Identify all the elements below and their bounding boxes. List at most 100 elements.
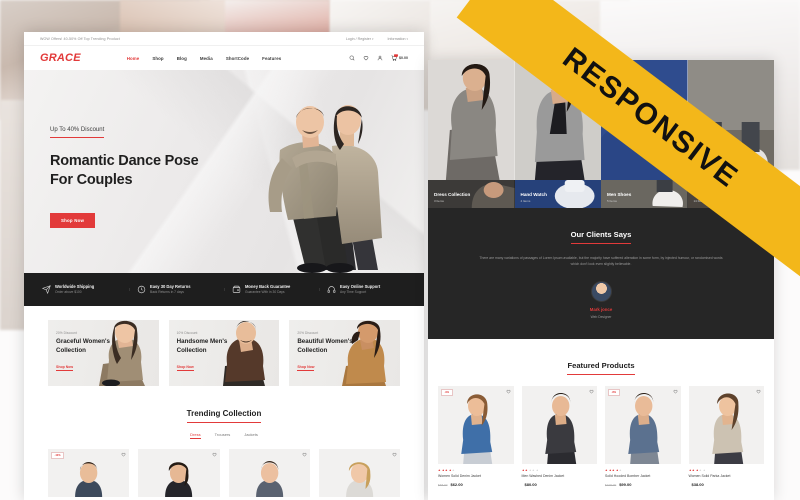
featured-product-card[interactable]: Men Washed Denim Jacket $80.00 bbox=[521, 385, 598, 488]
cart-total: $0.00 bbox=[399, 56, 408, 60]
discount-badge: -8% bbox=[608, 388, 620, 396]
star-icon bbox=[695, 468, 699, 472]
feature-worldwide-shipping: Worldwide Shipping Order above $100 bbox=[34, 284, 129, 295]
wishlist-icon[interactable] bbox=[363, 55, 369, 61]
nav-item-blog[interactable]: Blog bbox=[177, 56, 187, 61]
nav-item-media[interactable]: Media bbox=[200, 56, 213, 61]
trending-tab-trousers[interactable]: Trousers bbox=[215, 432, 231, 439]
rating-stars bbox=[438, 468, 514, 472]
category-label: Men Shoes 5 Items bbox=[607, 192, 632, 203]
trending-tabs: Dress Trousers Jackets bbox=[24, 432, 424, 439]
announcement-bar: WOW Offers! 40-50% Off Top Trending Prod… bbox=[24, 32, 424, 46]
nav-item-home[interactable]: Home bbox=[127, 56, 140, 61]
product-image[interactable]: -8% bbox=[605, 385, 681, 464]
heart-icon[interactable] bbox=[673, 389, 678, 394]
information-link[interactable]: Information▾ bbox=[388, 37, 409, 41]
product-old-price: $68.00 bbox=[438, 483, 448, 488]
heart-icon[interactable] bbox=[212, 452, 217, 457]
product-image[interactable] bbox=[688, 385, 764, 464]
trending-product-photo bbox=[138, 449, 220, 497]
hero-shop-now-button[interactable]: Shop Now bbox=[50, 212, 96, 228]
product-image[interactable]: -9% bbox=[438, 385, 514, 464]
featured-product-card[interactable]: Women Solid Parka Jacket $38.00 bbox=[688, 385, 765, 488]
collection-copy: 20% Discount Beautiful Women's Collectio… bbox=[297, 331, 353, 373]
testimonial-section: Our Clients Says There are many variatio… bbox=[428, 208, 774, 339]
collection-title: Handsome Men's Collection bbox=[176, 338, 228, 354]
star-icon bbox=[536, 468, 539, 472]
trending-product-photo bbox=[228, 449, 310, 497]
heart-icon[interactable] bbox=[121, 452, 126, 457]
site-logo[interactable]: GRACE bbox=[40, 52, 81, 64]
account-icon[interactable] bbox=[377, 55, 383, 61]
featured-product-card[interactable]: -8% Solid Hooded Bomber Jacket $108.00 $… bbox=[605, 385, 681, 487]
collection-title: Beautiful Women's Collection bbox=[297, 338, 353, 354]
star-icon bbox=[452, 468, 455, 472]
trending-product-card[interactable] bbox=[228, 449, 310, 497]
feature-money-back: Money Back Guarantee Guarantee With in 30… bbox=[224, 284, 319, 295]
collection-shop-now-link[interactable]: Shop Now bbox=[176, 365, 194, 372]
hero-copy: Up To 40% Discount Romantic Dance Pose F… bbox=[50, 118, 225, 228]
star-icon bbox=[619, 468, 622, 472]
category-hand-watch[interactable]: Hand Watch 4 Items bbox=[514, 180, 601, 208]
featured-product-card[interactable]: -9% Women Solid Denim Jacket $68.00 $62.… bbox=[438, 385, 514, 487]
trending-title: Trending Collection bbox=[186, 409, 262, 423]
collection-shop-now-link[interactable]: Shop Now bbox=[297, 365, 315, 372]
product-price: $80.00 bbox=[524, 482, 537, 488]
category-label: Dress Collection 3 Items bbox=[434, 192, 471, 203]
cart-widget[interactable]: 0 $0.00 bbox=[391, 53, 408, 61]
trending-tab-jackets[interactable]: Jackets bbox=[244, 432, 258, 439]
star-icon bbox=[608, 468, 612, 472]
headset-icon bbox=[327, 285, 336, 294]
star-icon bbox=[692, 468, 695, 472]
hero-title-line-2: For Couples bbox=[50, 172, 133, 189]
collection-card-women[interactable]: 20% Discount Graceful Women's Collection… bbox=[48, 320, 159, 386]
heart-icon[interactable] bbox=[756, 389, 761, 394]
feature-subtitle: Any Time Support bbox=[340, 290, 367, 295]
heart-icon[interactable] bbox=[302, 452, 307, 457]
featured-products-grid: -9% Women Solid Denim Jacket $68.00 $62.… bbox=[428, 375, 774, 488]
heart-icon[interactable] bbox=[506, 389, 511, 394]
promo-text: WOW Offers! 40-50% Off Top Trending Prod… bbox=[40, 36, 120, 41]
rating-stars bbox=[521, 468, 598, 472]
star-icon bbox=[521, 468, 525, 472]
hero-banner: Up To 40% Discount Romantic Dance Pose F… bbox=[24, 70, 424, 273]
topbar-links: Login / Register▾ Information▾ bbox=[346, 37, 408, 41]
avatar bbox=[590, 280, 612, 302]
nav-item-features[interactable]: Features bbox=[262, 56, 281, 61]
trending-product-card[interactable] bbox=[138, 449, 220, 497]
star-icon bbox=[605, 468, 608, 472]
product-name[interactable]: Solid Hooded Bomber Jacket bbox=[605, 474, 681, 479]
heart-icon[interactable] bbox=[392, 452, 397, 457]
collection-card-beautiful-women[interactable]: 20% Discount Beautiful Women's Collectio… bbox=[289, 320, 401, 386]
product-image[interactable] bbox=[521, 385, 597, 464]
nav-item-shop[interactable]: Shop bbox=[152, 56, 163, 61]
main-navigation: Home Shop Blog Media ShortCode Features bbox=[127, 56, 282, 61]
cart-icon[interactable]: 0 bbox=[391, 53, 398, 61]
category-men-shoes[interactable]: Men Shoes 5 Items bbox=[601, 180, 688, 208]
product-price: $38.00 bbox=[691, 482, 704, 488]
collection-discount: 20% Discount bbox=[297, 331, 319, 335]
trending-tab-dress[interactable]: Dress bbox=[190, 432, 201, 439]
product-price-row: $68.00 $62.00 bbox=[438, 482, 514, 487]
chevron-down-icon: ▾ bbox=[406, 36, 408, 41]
features-bar: Worldwide Shipping Order above $100 Easy … bbox=[24, 273, 424, 306]
hero-eyebrow: Up To 40% Discount bbox=[50, 127, 105, 138]
login-register-link[interactable]: Login / Register▾ bbox=[346, 37, 374, 41]
product-name[interactable]: Men Washed Denim Jacket bbox=[522, 474, 598, 479]
collection-shop-now-link[interactable]: Shop Now bbox=[56, 365, 74, 372]
rating-stars bbox=[688, 468, 765, 472]
heart-icon[interactable] bbox=[589, 389, 594, 394]
star-icon bbox=[612, 468, 615, 472]
nav-item-shortcode[interactable]: ShortCode bbox=[226, 56, 249, 61]
feature-online-support: Easy Online Support Any Time Support bbox=[319, 284, 414, 295]
star-icon bbox=[532, 468, 535, 472]
search-icon[interactable] bbox=[349, 55, 355, 61]
collection-card-men[interactable]: 10% Discount Handsome Men's Collection S… bbox=[168, 320, 280, 386]
collection-copy: 20% Discount Graceful Women's Collection… bbox=[56, 331, 110, 373]
collection-cards: 20% Discount Graceful Women's Collection… bbox=[24, 306, 424, 386]
product-name[interactable]: Women Solid Denim Jacket bbox=[438, 474, 514, 479]
trending-product-card[interactable]: -10% bbox=[48, 449, 130, 497]
trending-product-card[interactable] bbox=[318, 449, 400, 497]
product-name[interactable]: Women Solid Parka Jacket bbox=[689, 474, 765, 479]
category-dress-collection[interactable]: Dress Collection 3 Items bbox=[428, 180, 515, 208]
